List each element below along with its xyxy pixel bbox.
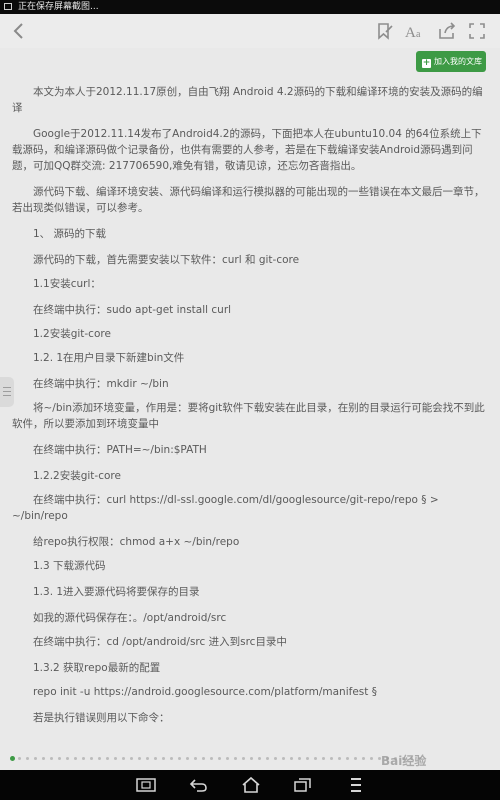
font-size-icon[interactable]: Aa — [404, 20, 426, 42]
page-dot[interactable] — [34, 757, 37, 760]
page-dot[interactable] — [338, 757, 341, 760]
page-dot[interactable] — [154, 757, 157, 760]
recent-apps-icon[interactable] — [292, 775, 314, 795]
page-dot[interactable] — [258, 757, 261, 760]
share-icon[interactable] — [436, 20, 458, 42]
page-dot[interactable] — [98, 757, 101, 760]
page-dot[interactable] — [322, 757, 325, 760]
article-paragraph: 给repo执行权限：chmod a+x ~/bin/repo — [33, 536, 240, 548]
page-dot[interactable] — [282, 757, 285, 760]
page-dot[interactable] — [314, 757, 317, 760]
page-dot[interactable] — [18, 757, 21, 760]
fullscreen-icon[interactable] — [466, 20, 488, 42]
page-dot[interactable] — [218, 757, 221, 760]
add-to-library-label: 加入我的文库 — [434, 57, 482, 66]
article-paragraph: 在终端中执行：cd /opt/android/src 进入到src目录中 — [33, 636, 287, 648]
page-dot[interactable] — [330, 757, 333, 760]
article-paragraph: 1.3. 1进入要源代码将要保存的目录 — [33, 586, 200, 598]
page-dot[interactable] — [234, 757, 237, 760]
page-dot[interactable] — [114, 757, 117, 760]
page-dot[interactable] — [42, 757, 45, 760]
article-paragraph: repo init -u https://android.googlesourc… — [33, 686, 377, 698]
reader-toolbar: Aa — [0, 14, 500, 48]
page-dot[interactable] — [290, 757, 293, 760]
page-dot[interactable] — [26, 757, 29, 760]
page-dot[interactable] — [90, 757, 93, 760]
svg-text:A: A — [405, 25, 416, 41]
page-dot[interactable] — [298, 757, 301, 760]
article-paragraph: 在终端中执行：curl https://dl-ssl.google.com/dl… — [12, 494, 439, 522]
article-paragraph: 1、 源码的下载 — [33, 228, 107, 240]
watermark-logo: Bai经验 — [381, 754, 427, 768]
page-dot[interactable] — [138, 757, 141, 760]
page-dot[interactable] — [346, 757, 349, 760]
article-paragraph: 1.1安装curl： — [33, 278, 101, 290]
page-dot[interactable] — [146, 757, 149, 760]
back-icon[interactable] — [187, 775, 209, 795]
page-dot[interactable] — [178, 757, 181, 760]
screenshot-notification-icon — [4, 3, 12, 10]
svg-text:a: a — [416, 29, 421, 40]
page-dot[interactable] — [202, 757, 205, 760]
screenshot-icon[interactable] — [135, 775, 157, 795]
article-paragraph: 在终端中执行：mkdir ~/bin — [33, 378, 169, 390]
page-dot[interactable] — [58, 757, 61, 760]
home-icon[interactable] — [240, 775, 262, 795]
page-dot[interactable] — [170, 757, 173, 760]
article-paragraph: 1.3 下载源代码 — [33, 560, 106, 572]
page-dot[interactable] — [226, 757, 229, 760]
page-dot[interactable] — [122, 757, 125, 760]
page-dot[interactable] — [362, 757, 365, 760]
article-paragraph: 1.3.2 获取repo最新的配置 — [33, 662, 161, 674]
add-to-library-button[interactable]: + 加入我的文库 — [416, 51, 486, 72]
page-dot[interactable] — [66, 757, 69, 760]
page-dot[interactable] — [82, 757, 85, 760]
page-dot[interactable] — [10, 756, 15, 761]
side-drawer-handle-icon[interactable] — [0, 377, 14, 407]
article-paragraph: 1.2.2安装git-core — [33, 470, 121, 482]
page-indicator — [10, 755, 430, 763]
page-dot[interactable] — [186, 757, 189, 760]
menu-icon[interactable] — [345, 775, 367, 795]
bookmark-edit-icon[interactable] — [374, 20, 396, 42]
page-dot[interactable] — [274, 757, 277, 760]
page-dot[interactable] — [194, 757, 197, 760]
page-dot[interactable] — [162, 757, 165, 760]
article-paragraph: 将~/bin添加环境变量，作用是：要将git软件下载安装在此目录，在别的目录运行… — [12, 402, 485, 430]
back-chevron-icon[interactable] — [8, 20, 30, 42]
status-bar: 正在保存屏幕截图... — [0, 0, 500, 14]
article-paragraph: Google于2012.11.14发布了Android4.2的源码，下面把本人在… — [12, 128, 482, 172]
page-dot[interactable] — [74, 757, 77, 760]
article-paragraph: 在终端中执行：PATH=~/bin:$PATH — [33, 444, 207, 456]
page-dot[interactable] — [130, 757, 133, 760]
article-paragraph: 源代码的下载，首先需要安装以下软件：curl 和 git-core — [33, 254, 300, 266]
article-paragraph: 若是执行错误则用以下命令： — [33, 712, 170, 724]
article-paragraph: 1.2安装git-core — [33, 328, 111, 340]
article-paragraph: 如我的源代码保存在：。/opt/android/src — [33, 612, 227, 624]
page-dot[interactable] — [250, 757, 253, 760]
page-dot[interactable] — [306, 757, 309, 760]
article-paragraph: 在终端中执行：sudo apt-get install curl — [33, 304, 232, 316]
article-paragraph: 源代码下载、编译环境安装、源代码编译和运行模拟器的可能出现的一些错误在本文最后一… — [12, 186, 485, 214]
page-dot[interactable] — [242, 757, 245, 760]
page-dot[interactable] — [354, 757, 357, 760]
status-text: 正在保存屏幕截图... — [18, 2, 99, 12]
page-dot[interactable] — [106, 757, 109, 760]
page-dot[interactable] — [50, 757, 53, 760]
article-paragraph: 1.2. 1在用户目录下新建bin文件 — [33, 352, 185, 364]
system-nav-bar — [0, 770, 500, 800]
article-paragraph: 本文为本人于2012.11.17原创，自由飞翔 Android 4.2源码的下载… — [12, 86, 483, 114]
page-dot[interactable] — [210, 757, 213, 760]
plus-icon: + — [422, 58, 431, 68]
page-dot[interactable] — [266, 757, 269, 760]
page-dot[interactable] — [370, 757, 373, 760]
